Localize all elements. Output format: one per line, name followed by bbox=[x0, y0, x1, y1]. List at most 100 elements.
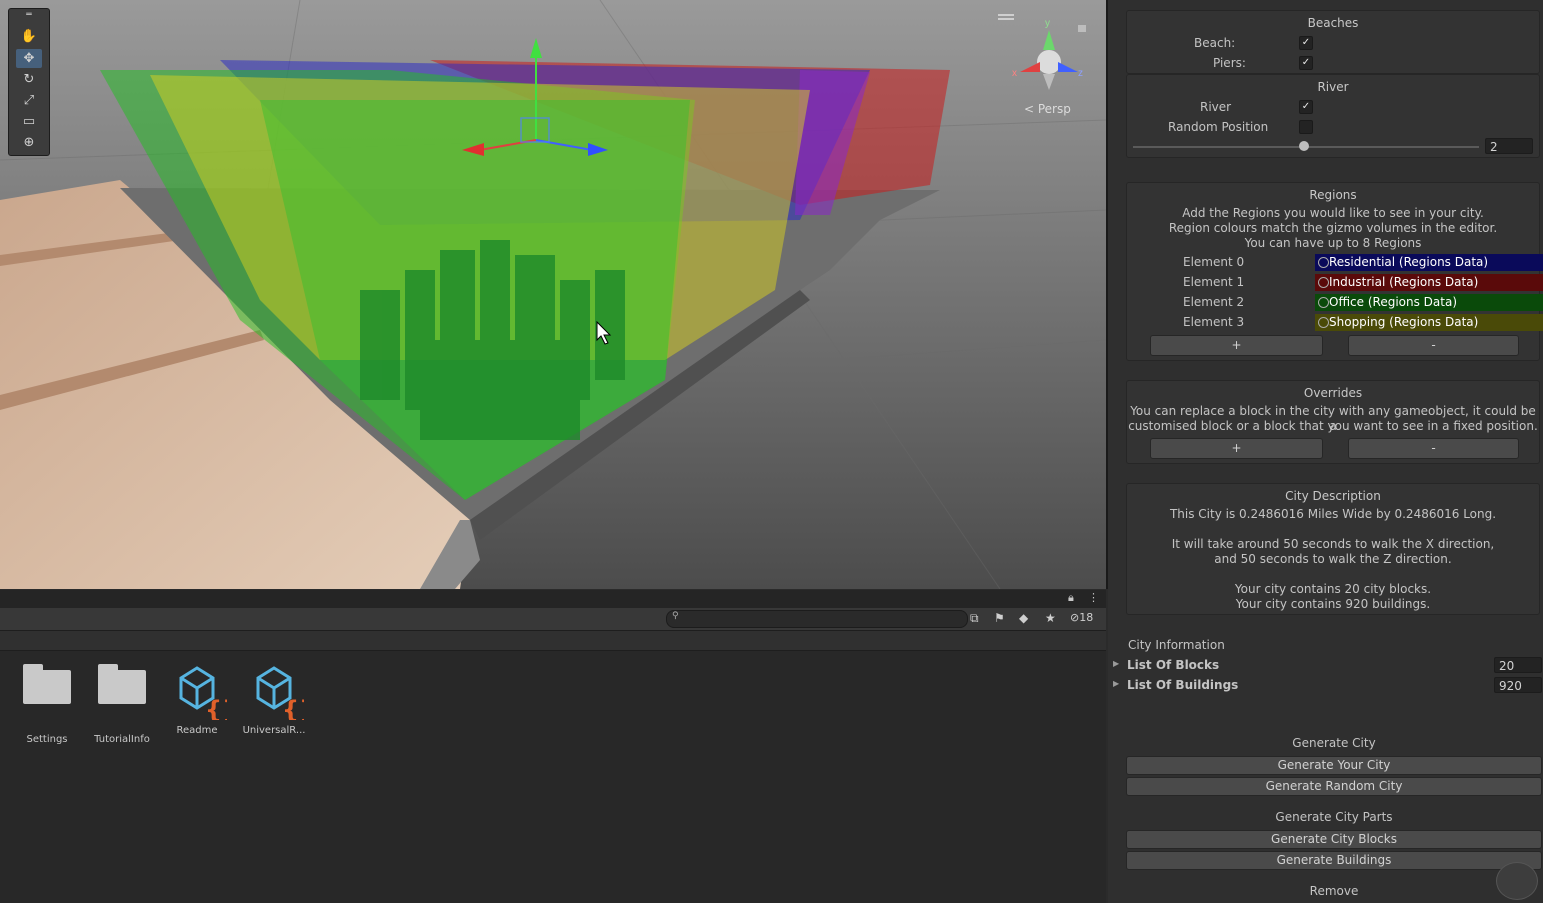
asset-readme[interactable]: {} Readme bbox=[162, 662, 239, 736]
buildings-count-text: Your city contains 920 buildings. bbox=[1235, 597, 1431, 611]
river-checkbox[interactable]: ✓ bbox=[1299, 100, 1313, 114]
beaches-section: Beaches Beach: ✓ Piers: ✓ bbox=[1126, 10, 1540, 74]
gizmo-x-label: x bbox=[1012, 68, 1017, 79]
generate-city-parts-title: Generate City Parts bbox=[1275, 810, 1393, 824]
beaches-title: Beaches bbox=[1307, 16, 1359, 30]
element-1-label: Element 1 bbox=[1183, 275, 1245, 289]
region-field-office[interactable]: Office (Regions Data) bbox=[1315, 294, 1543, 311]
river-slider-value[interactable]: 2 bbox=[1485, 138, 1533, 154]
scriptable-object-icon: {} bbox=[179, 666, 239, 724]
move-tool-icon[interactable]: ✥ bbox=[16, 49, 42, 68]
scene-render[interactable]: y x z bbox=[0, 0, 1106, 589]
lock-icon bbox=[1078, 25, 1086, 32]
expand-arrow-icon[interactable]: ▶ bbox=[1113, 659, 1119, 668]
element-3-label: Element 3 bbox=[1183, 315, 1245, 329]
hidden-packages-toggle[interactable]: ⊘18 bbox=[1070, 611, 1093, 624]
city-description-section: City Description This City is 0.2486016 … bbox=[1126, 483, 1540, 615]
region-field-industrial[interactable]: Industrial (Regions Data) bbox=[1315, 274, 1543, 291]
element-0-label: Element 0 bbox=[1183, 255, 1245, 269]
project-tab-bar: 🔒︎ ⋮ bbox=[0, 590, 1106, 609]
overrides-section: Overrides You can replace a block in the… bbox=[1126, 380, 1540, 464]
walk-x-text: It will take around 50 seconds to walk t… bbox=[1171, 537, 1495, 551]
list-of-blocks-label[interactable]: List Of Blocks bbox=[1127, 658, 1219, 672]
random-position-checkbox[interactable] bbox=[1299, 120, 1313, 134]
scriptable-object-icon bbox=[1318, 257, 1329, 268]
folder-icon bbox=[98, 664, 146, 704]
list-of-blocks-count[interactable]: 20 bbox=[1494, 657, 1542, 673]
generate-random-city-button[interactable]: Generate Random City bbox=[1126, 777, 1542, 796]
scriptable-object-icon bbox=[1318, 297, 1329, 308]
river-label: River bbox=[1200, 100, 1232, 114]
list-of-buildings-count[interactable]: 920 bbox=[1494, 677, 1542, 693]
beach-label: Beach: bbox=[1194, 36, 1236, 50]
city-size-text: This City is 0.2486016 Miles Wide by 0.2… bbox=[1169, 507, 1497, 521]
scriptable-object-icon bbox=[1318, 277, 1329, 288]
region-value: Residential (Regions Data) bbox=[1329, 255, 1489, 269]
river-slider-thumb[interactable] bbox=[1299, 141, 1309, 151]
scriptable-object-icon: {} bbox=[256, 666, 316, 724]
asset-label: UniversalR... bbox=[242, 725, 306, 736]
tool-strip: ═ ✋ ✥ ↻ ⤢ ▭ ⊕ bbox=[8, 8, 50, 156]
search-icon: ⚲ bbox=[672, 611, 679, 621]
generate-city-blocks-button[interactable]: Generate City Blocks bbox=[1126, 830, 1542, 849]
generate-your-city-button[interactable]: Generate Your City bbox=[1126, 756, 1542, 775]
expand-arrow-icon[interactable]: ▶ bbox=[1113, 679, 1119, 688]
add-region-button[interactable]: + bbox=[1150, 335, 1323, 356]
inspector-panel: Beaches Beach: ✓ Piers: ✓ River River ✓ … bbox=[1108, 0, 1543, 903]
river-title: River bbox=[1317, 80, 1349, 94]
region-value: Office (Regions Data) bbox=[1329, 295, 1458, 309]
regions-title: Regions bbox=[1309, 188, 1357, 202]
project-toolbar: ⚲ ⧉ ⚑ ◆ ★ ⊘18 bbox=[0, 608, 1106, 631]
search-input[interactable]: ⚲ bbox=[666, 610, 968, 628]
generate-city-title: Generate City bbox=[1292, 736, 1376, 750]
add-override-button[interactable]: + bbox=[1150, 438, 1323, 459]
folder-icon bbox=[23, 664, 71, 704]
transform-tool-icon[interactable]: ⊕ bbox=[16, 133, 42, 152]
regions-section: Regions Add the Regions you would like t… bbox=[1126, 182, 1543, 361]
tag-icon[interactable]: ◆ bbox=[1019, 611, 1028, 625]
piers-checkbox[interactable]: ✓ bbox=[1299, 56, 1313, 70]
region-field-shopping[interactable]: Shopping (Regions Data) bbox=[1315, 314, 1543, 331]
favorite-star-icon[interactable]: ★ bbox=[1045, 611, 1056, 625]
piers-label: Piers: bbox=[1213, 56, 1246, 70]
regions-desc-1: Add the Regions you would like to see in… bbox=[1182, 206, 1484, 220]
asset-label: Readme bbox=[176, 725, 218, 736]
city-information-title: City Information bbox=[1128, 638, 1225, 652]
kebab-menu-icon[interactable]: ⋮ bbox=[1088, 591, 1099, 604]
projection-toggle[interactable]: < Persp bbox=[1024, 102, 1071, 116]
svg-text:{}: {} bbox=[282, 696, 304, 720]
asset-universalr[interactable]: {} UniversalR... bbox=[239, 662, 316, 736]
element-2-label: Element 2 bbox=[1183, 295, 1245, 309]
lock-icon[interactable]: 🔒︎ bbox=[1068, 591, 1074, 605]
remove-override-button[interactable]: - bbox=[1348, 438, 1519, 459]
beach-checkbox[interactable]: ✓ bbox=[1299, 36, 1313, 50]
asset-tutorialinfo-folder[interactable]: TutorialInfo bbox=[87, 662, 157, 745]
scene-view[interactable]: y x z ═ ✋ ✥ ↻ ⤢ ▭ ⊕ < Persp bbox=[0, 0, 1108, 589]
asset-settings-folder[interactable]: Settings bbox=[12, 662, 82, 745]
list-of-buildings-label[interactable]: List Of Buildings bbox=[1127, 678, 1238, 692]
region-value: Industrial (Regions Data) bbox=[1329, 275, 1479, 289]
region-field-residential[interactable]: Residential (Regions Data) bbox=[1315, 254, 1543, 271]
generate-buildings-button[interactable]: Generate Buildings bbox=[1126, 851, 1542, 870]
rotate-tool-icon[interactable]: ↻ bbox=[16, 70, 42, 89]
hand-tool-icon[interactable]: ✋ bbox=[16, 27, 42, 46]
river-section: River River ✓ Random Position 2 bbox=[1126, 74, 1540, 158]
eye-off-icon: ⊘ bbox=[1070, 611, 1080, 624]
walk-z-text: and 50 seconds to walk the Z direction. bbox=[1214, 552, 1452, 566]
filter-by-label-icon[interactable]: ⚑ bbox=[994, 611, 1005, 625]
remove-title: Remove bbox=[1309, 884, 1359, 898]
region-value: Shopping (Regions Data) bbox=[1329, 315, 1479, 329]
breadcrumb bbox=[0, 631, 1106, 651]
random-position-label: Random Position bbox=[1168, 120, 1269, 134]
remove-region-button[interactable]: - bbox=[1348, 335, 1519, 356]
search-by-type-icon[interactable]: ⧉ bbox=[970, 611, 979, 626]
gizmo-y-label: y bbox=[1045, 18, 1050, 29]
gizmo-z-label: z bbox=[1078, 68, 1083, 79]
toolbar-handle-icon[interactable]: ═ bbox=[16, 11, 42, 20]
hidden-count: 18 bbox=[1079, 611, 1094, 624]
watermark-logo-icon bbox=[1496, 862, 1538, 900]
rect-tool-icon[interactable]: ▭ bbox=[16, 112, 42, 131]
scale-tool-icon[interactable]: ⤢ bbox=[16, 91, 42, 110]
city-description-title: City Description bbox=[1285, 489, 1381, 503]
blocks-count-text: Your city contains 20 city blocks. bbox=[1234, 582, 1432, 596]
